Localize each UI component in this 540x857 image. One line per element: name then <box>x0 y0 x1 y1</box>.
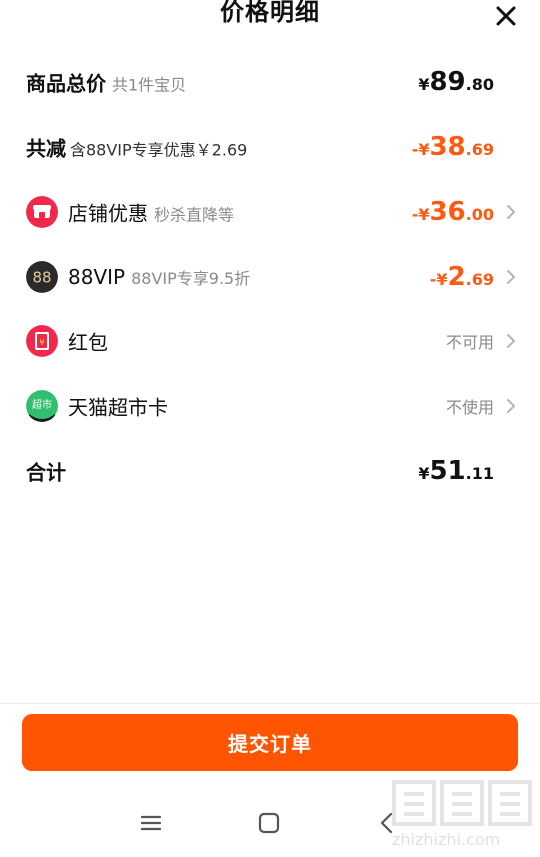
store-discount-amount: -¥36.00 <box>412 197 494 227</box>
store-discount-label: 店铺优惠 秒杀直降等 <box>68 198 234 227</box>
goods-total-row: 商品总价 共1件宝贝 ¥89.80 <box>26 62 520 102</box>
amount-decimal: .69 <box>465 140 494 159</box>
amount-integer: 36 <box>429 197 466 227</box>
store-discount-row[interactable]: 店铺优惠 秒杀直降等 -¥36.00 <box>26 192 520 232</box>
vip-desc: 88VIP专享9.5折 <box>131 269 251 288</box>
total-reduction-amount: -¥38.69 <box>412 132 494 162</box>
supermarket-badge-text: 超市 <box>32 398 52 411</box>
minus-sign: - <box>429 270 437 289</box>
yen-sign: ¥ <box>436 270 448 289</box>
tmall-card-status: 不使用 <box>445 398 494 417</box>
yen-sign: ¥ <box>418 75 430 94</box>
goods-total-title: 商品总价 <box>26 71 106 96</box>
goods-total-amount: ¥89.80 <box>418 67 494 97</box>
tmall-card-label: 天猫超市卡 <box>68 395 168 420</box>
amount-decimal: .11 <box>465 464 494 483</box>
menu-icon[interactable] <box>136 808 166 838</box>
vip-title: 88VIP <box>68 265 126 289</box>
goods-total-label: 商品总价 共1件宝贝 <box>26 68 186 97</box>
vip-badge-text: 88 <box>32 269 51 287</box>
vip-included-note: 含88VIP专享优惠￥2.69 <box>70 140 248 160</box>
minus-sign: - <box>411 205 419 224</box>
tmall-supermarket-card-icon: 超市 <box>26 390 58 422</box>
chevron-right-icon <box>507 270 515 284</box>
88vip-icon: 88 <box>26 261 58 293</box>
close-icon[interactable] <box>492 2 520 30</box>
header: 价格明细 <box>0 0 540 34</box>
chevron-right-icon <box>507 399 515 413</box>
yen-sign: ¥ <box>418 205 430 224</box>
amount-decimal: .00 <box>465 205 494 224</box>
sum-label: 合计 <box>26 460 66 485</box>
home-icon[interactable] <box>254 808 284 838</box>
tmall-card-row[interactable]: 超市 天猫超市卡 不使用 <box>26 386 520 426</box>
red-packet-row[interactable]: ¥ 红包 不可用 <box>26 321 520 361</box>
amount-integer: 89 <box>429 67 466 97</box>
footer-divider <box>0 703 540 704</box>
sum-row: 合计 ¥51.11 <box>26 451 520 491</box>
amount-integer: 51 <box>429 456 466 486</box>
submit-order-button[interactable]: 提交订单 <box>22 714 518 771</box>
amount-decimal: .80 <box>465 75 494 94</box>
chevron-right-icon <box>507 334 515 348</box>
watermark-logo-icon <box>392 780 532 826</box>
watermark: zhizhizhi.com <box>388 774 538 857</box>
watermark-text: zhizhizhi.com <box>392 830 501 849</box>
red-packet-label: 红包 <box>68 330 108 355</box>
vip-discount-amount: -¥2.69 <box>430 262 494 292</box>
store-discount-desc: 秒杀直降等 <box>154 205 235 225</box>
total-reduction-title: 共减 <box>26 136 66 161</box>
total-reduction-label: 共减 含88VIP专享优惠￥2.69 <box>26 133 247 162</box>
yen-sign: ¥ <box>418 464 430 483</box>
yen-sign: ¥ <box>418 140 430 159</box>
vip-discount-row[interactable]: 88 88VIP 88VIP专享9.5折 -¥2.69 <box>26 257 520 297</box>
total-reduction-row: 共减 含88VIP专享优惠￥2.69 -¥38.69 <box>26 127 520 167</box>
amount-decimal: .69 <box>465 270 494 289</box>
price-detail-sheet: 价格明细 商品总价 共1件宝贝 ¥89.80 共减 含88VIP专享优惠￥2.69 … <box>0 0 540 857</box>
svg-text:¥: ¥ <box>39 338 44 347</box>
store-discount-title: 店铺优惠 <box>68 201 148 226</box>
sum-amount: ¥51.11 <box>418 456 494 486</box>
page-title: 价格明细 <box>220 0 320 26</box>
chevron-right-icon <box>507 205 515 219</box>
amount-integer: 38 <box>429 132 466 162</box>
vip-label: 88VIP 88VIP专享9.5折 <box>68 265 250 289</box>
goods-count: 共1件宝贝 <box>112 75 187 95</box>
amount-integer: 2 <box>447 262 466 292</box>
store-icon <box>26 196 58 228</box>
minus-sign: - <box>411 140 419 159</box>
red-packet-icon: ¥ <box>26 325 58 357</box>
red-packet-status: 不可用 <box>445 333 494 352</box>
